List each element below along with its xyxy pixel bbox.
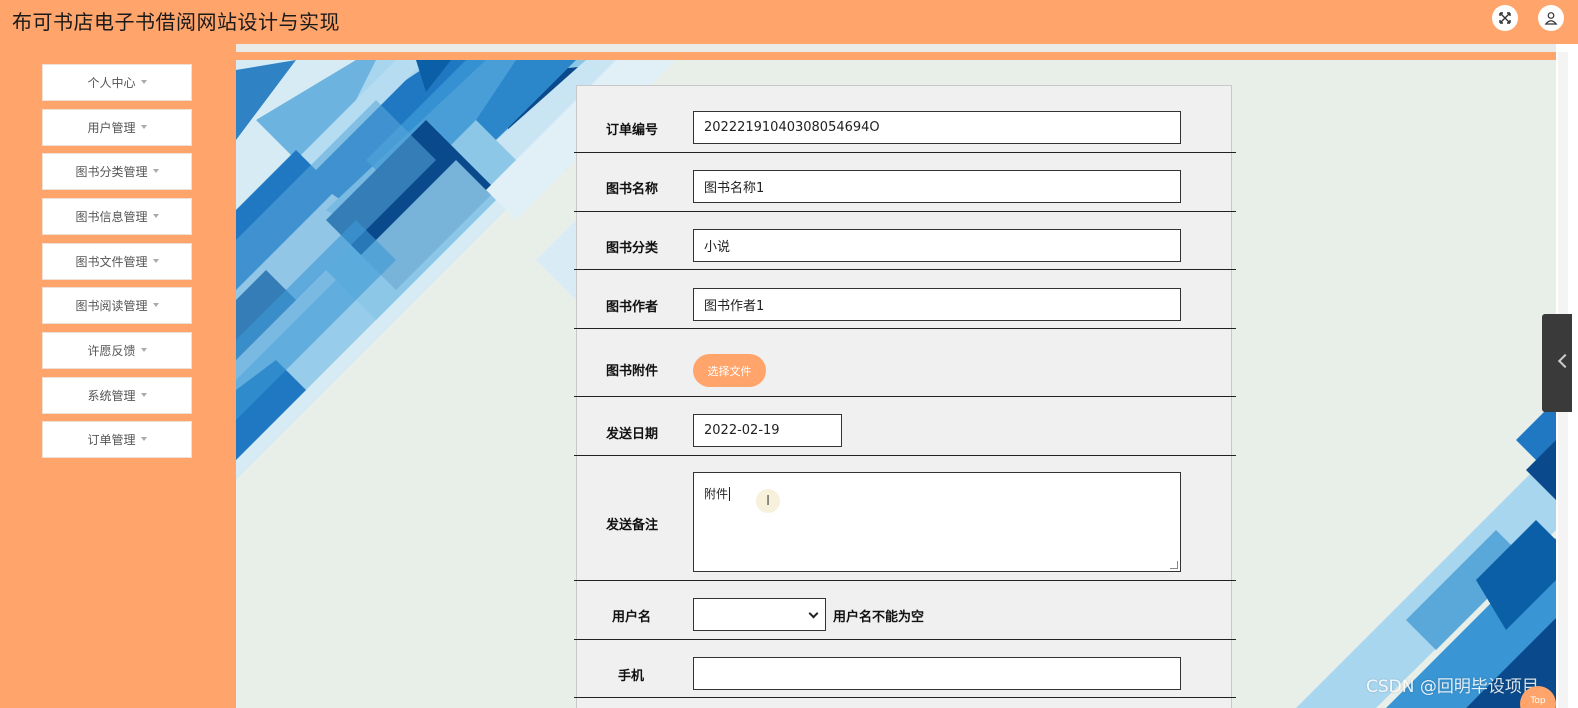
order-no-label: 订单编号 — [605, 123, 658, 138]
send-date-input[interactable]: 2022-02-19 — [693, 414, 842, 447]
sidebar-item-label: 图书分类管理 — [75, 165, 148, 179]
book-category-input[interactable]: 小说 — [693, 229, 1181, 262]
sidebar-item-book-file-management[interactable]: 图书文件管理 — [42, 243, 192, 280]
sidebar-item-label: 系统管理 — [87, 389, 136, 403]
caret-down-icon — [140, 124, 147, 129]
book-name-label: 图书名称 — [605, 182, 658, 197]
sidebar-item-book-reading-management[interactable]: 图书阅读管理 — [42, 287, 192, 324]
phone-input[interactable] — [693, 657, 1181, 690]
sidebar-item-order-management[interactable]: 订单管理 — [42, 421, 192, 458]
caret-down-icon — [140, 392, 147, 397]
sidebar-item-label: 个人中心 — [87, 76, 136, 90]
user-icon — [1544, 12, 1558, 25]
row-divider — [574, 211, 1236, 212]
username-select[interactable] — [693, 598, 826, 631]
choose-file-button[interactable]: 选择文件 — [693, 354, 766, 387]
text-caret — [729, 487, 731, 501]
phone-label: 手机 — [617, 669, 644, 684]
row-divider — [574, 697, 1236, 698]
caret-down-icon — [152, 168, 159, 173]
sidebar-item-label: 图书信息管理 — [75, 210, 148, 224]
sidebar-item-user-management[interactable]: 用户管理 — [42, 109, 192, 146]
caret-down-icon — [140, 79, 147, 84]
row-divider — [574, 396, 1236, 397]
sidebar-item-system-management[interactable]: 系统管理 — [42, 377, 192, 414]
row-divider — [574, 639, 1236, 640]
chevron-down-icon — [808, 608, 819, 619]
caret-down-icon — [140, 347, 147, 352]
row-divider — [574, 152, 1236, 153]
book-author-input[interactable]: 图书作者1 — [693, 288, 1181, 321]
sidebar-item-label: 用户管理 — [87, 121, 136, 135]
app-title: 布可书店电子书借阅网站设计与实现 — [12, 10, 340, 34]
fullscreen-icon — [1499, 12, 1511, 24]
send-note-text: 附件 — [704, 487, 729, 501]
user-menu-button[interactable] — [1538, 5, 1564, 31]
username-label: 用户名 — [611, 610, 651, 625]
book-attachment-label: 图书附件 — [605, 364, 658, 379]
row-divider — [574, 580, 1236, 581]
sidebar-item-book-info-management[interactable]: 图书信息管理 — [42, 198, 192, 235]
send-date-label: 发送日期 — [605, 427, 658, 442]
header-divider — [236, 44, 1556, 52]
order-no-input[interactable]: 20222191040308054694O — [693, 111, 1181, 144]
book-name-input[interactable]: 图书名称1 — [693, 170, 1181, 203]
book-category-label: 图书分类 — [605, 241, 658, 256]
caret-down-icon — [152, 302, 159, 307]
book-author-label: 图书作者 — [605, 300, 658, 315]
chevron-left-icon — [1557, 353, 1573, 369]
sidebar-item-label: 图书文件管理 — [75, 255, 148, 269]
fullscreen-button[interactable] — [1492, 5, 1518, 31]
row-divider — [574, 269, 1236, 270]
caret-down-icon — [152, 213, 159, 218]
side-drawer-toggle[interactable] — [1542, 314, 1573, 412]
username-error-text: 用户名不能为空 — [833, 610, 925, 625]
caret-down-icon — [140, 436, 147, 441]
sidebar-item-label: 许愿反馈 — [87, 344, 136, 358]
send-note-textarea[interactable]: 附件 I — [693, 472, 1181, 572]
sidebar-item-wish-feedback[interactable]: 许愿反馈 — [42, 332, 192, 369]
row-divider — [574, 328, 1236, 329]
resize-grip-icon[interactable] — [1170, 561, 1178, 569]
sidebar-item-personal-center[interactable]: 个人中心 — [42, 64, 192, 101]
caret-down-icon — [152, 258, 159, 263]
text-cursor-icon: I — [756, 489, 780, 513]
send-note-label: 发送备注 — [605, 518, 658, 533]
sidebar-item-label: 图书阅读管理 — [75, 299, 148, 313]
sidebar-item-book-category-management[interactable]: 图书分类管理 — [42, 153, 192, 190]
row-divider — [574, 455, 1236, 456]
watermark-text: CSDN @回明毕设项目 — [1366, 677, 1539, 697]
sidebar-item-label: 订单管理 — [87, 433, 136, 447]
